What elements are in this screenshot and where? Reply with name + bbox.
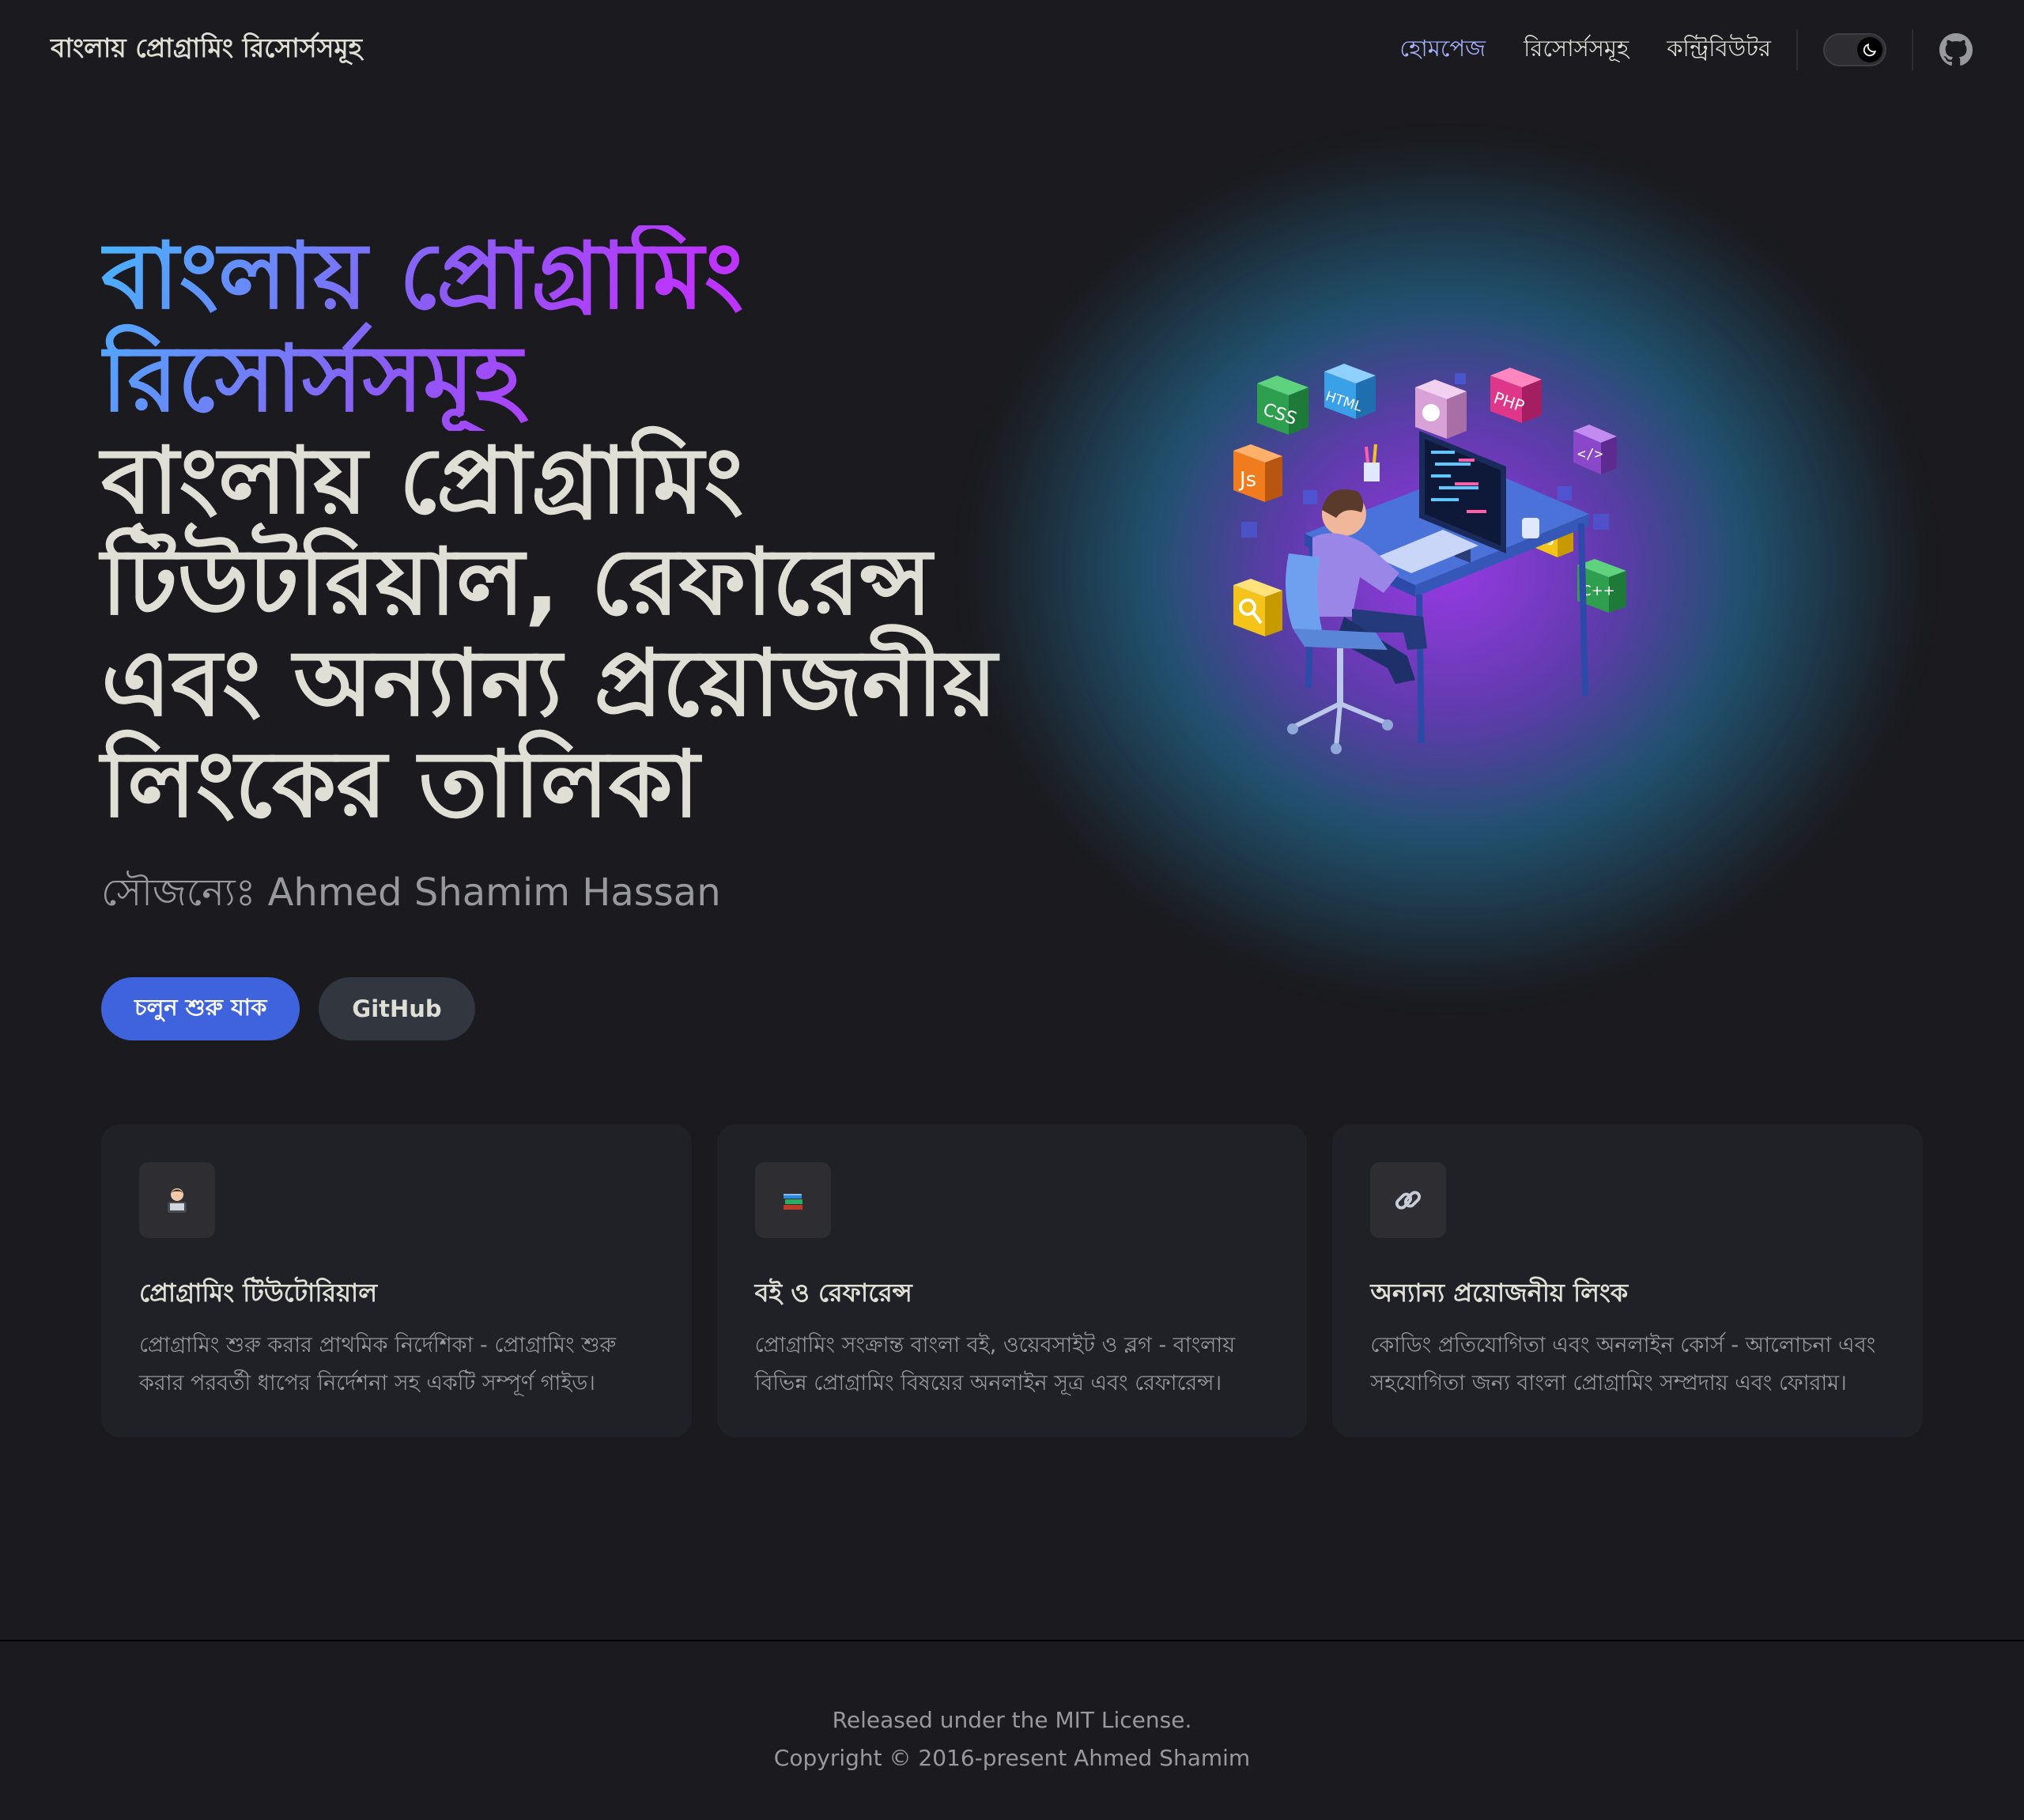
- nav-divider-2: [1912, 29, 1913, 70]
- js-tile-icon: Js: [1233, 444, 1282, 502]
- link-icon: [1370, 1162, 1447, 1238]
- hero-credit: সৌজন্যেঃ Ahmed Shamim Hassan: [101, 870, 721, 915]
- php-tile-icon: PHP: [1490, 368, 1542, 423]
- gear-tile-icon: [1415, 379, 1467, 439]
- svg-text:Js: Js: [1238, 468, 1256, 492]
- appearance-toggle[interactable]: [1823, 33, 1886, 66]
- features: প্রোগ্রামিং টিউটোরিয়াল প্রোগ্রামিং শুরু…: [101, 1124, 1924, 1437]
- feature-title: অন্যান্য প্রয়োজনীয় লিংক: [1370, 1278, 1629, 1308]
- svg-text:C++: C++: [1581, 583, 1615, 599]
- technologist-icon: [139, 1162, 215, 1238]
- top-nav: বাংলায় প্রোগ্রামিং রিসোর্সসমূহ হোমপেজ র…: [0, 0, 2024, 100]
- nav-menu: হোমপেজ রিসোর্সসমূহ কন্ট্রিবিউটর: [1399, 31, 1771, 70]
- hero-tagline: বাংলায় প্রোগ্রামিং টিউটরিয়াল, রেফারেন্…: [101, 428, 998, 838]
- site-title[interactable]: বাংলায় প্রোগ্রামিং রিসোর্সসমূহ: [51, 28, 362, 72]
- programmer-at-desk-illustration: CSS HTML PHP </> Js {} C: [1233, 364, 1626, 754]
- html-tile-icon: HTML: [1324, 364, 1376, 419]
- hero: বাংলায় প্রোগ্রামিং রিসোর্সসমূহ বাংলায় …: [101, 225, 1034, 1040]
- feature-description: প্রোগ্রামিং সংক্রান্ত বাংলা বই, ওয়েবসাই…: [754, 1333, 1236, 1395]
- github-icon[interactable]: [1939, 32, 1973, 67]
- code-tile-icon: </>: [1573, 425, 1617, 474]
- nav-divider: [1796, 29, 1798, 70]
- github-button[interactable]: GitHub: [319, 977, 475, 1040]
- feature-card-books: বই ও রেফারেন্স প্রোগ্রামিং সংক্রান্ত বাং…: [716, 1124, 1308, 1437]
- hero-title: বাংলায় প্রোগ্রামিং রিসোর্সসমূহ: [101, 225, 813, 431]
- feature-description: কোডিং প্রতিযোগিতা এবং অনলাইন কোর্স - আলো…: [1370, 1333, 1876, 1395]
- get-started-button[interactable]: চলুন শুরু যাক: [101, 977, 300, 1040]
- feature-title: প্রোগ্রামিং টিউটোরিয়াল: [139, 1278, 378, 1308]
- nav-link-contributors[interactable]: কন্ট্রিবিউটর: [1667, 31, 1771, 70]
- books-icon: [754, 1162, 831, 1238]
- feature-card-links: অন্যান্য প্রয়োজনীয় লিংক কোডিং প্রতিযোগ…: [1332, 1124, 1924, 1437]
- moon-icon: [1857, 37, 1882, 62]
- nav-link-resources[interactable]: রিসোর্সসমূহ: [1524, 31, 1629, 70]
- footer-message: Released under the MIT License.: [832, 1707, 1192, 1733]
- feature-description: প্রোগ্রামিং শুরু করার প্রাথমিক নির্দেশিক…: [139, 1333, 617, 1395]
- feature-card-tutorials: প্রোগ্রামিং টিউটোরিয়াল প্রোগ্রামিং শুরু…: [101, 1124, 692, 1437]
- feature-title: বই ও রেফারেন্স: [754, 1278, 912, 1308]
- svg-text:</>: </>: [1577, 446, 1603, 463]
- footer-copyright: Copyright © 2016-present Ahmed Shamim: [773, 1745, 1251, 1771]
- nav-link-home[interactable]: হোমপেজ: [1399, 31, 1486, 70]
- hero-actions: চলুন শুরু যাক GitHub: [101, 977, 1034, 1040]
- search-tile-icon: [1233, 579, 1282, 636]
- footer: Released under the MIT License. Copyrigh…: [0, 1640, 2024, 1820]
- css-tile-icon: CSS: [1257, 376, 1308, 435]
